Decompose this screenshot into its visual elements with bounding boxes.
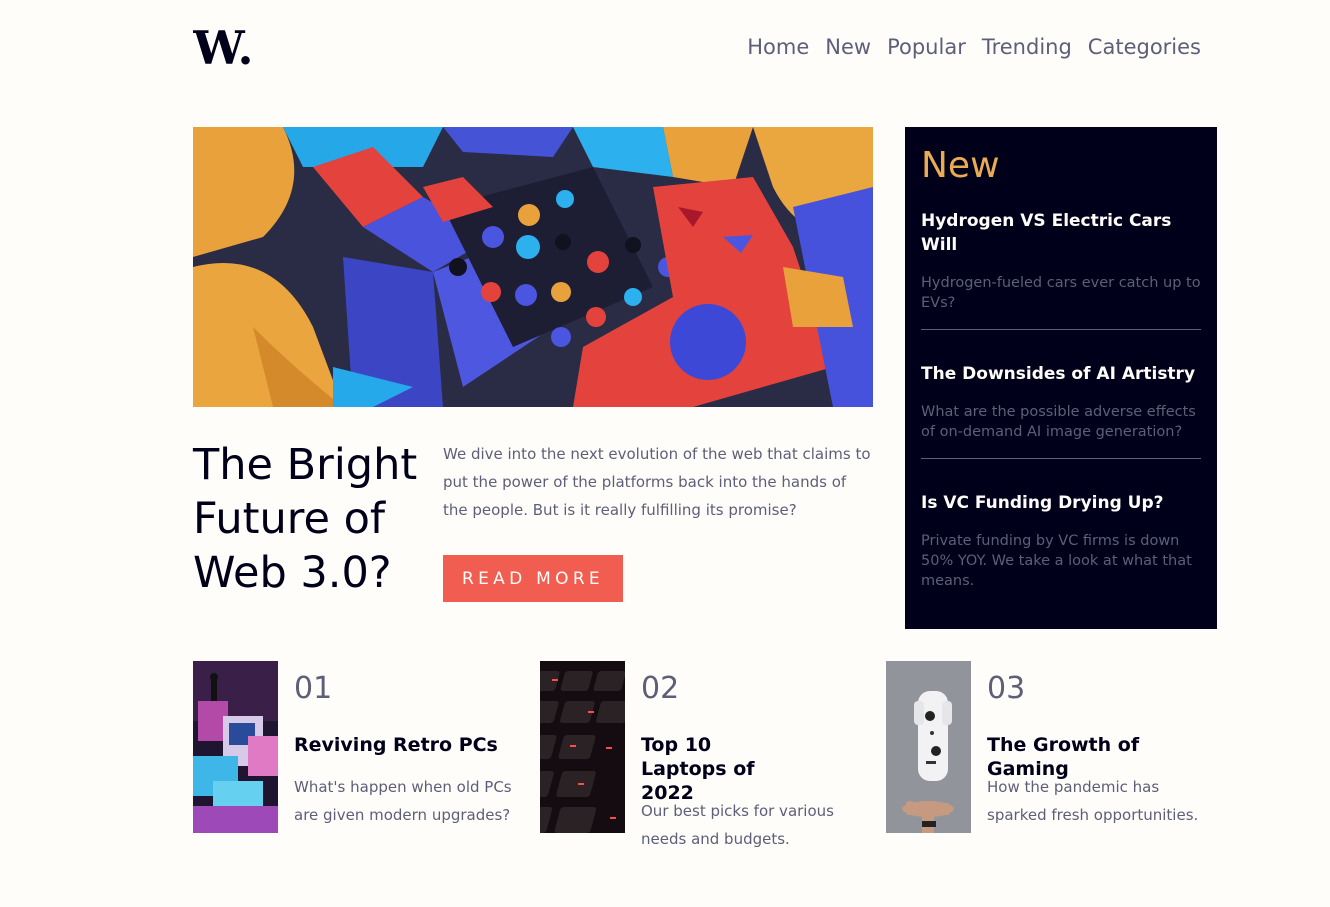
new-item-text: What are the possible adverse effects of… [921,404,1196,440]
nav-new[interactable]: New [825,33,871,61]
nav-categories[interactable]: Categories [1088,33,1201,61]
hero-image [193,127,873,407]
new-item-title[interactable]: Is VC Funding Drying Up? [921,491,1201,515]
new-item: Is VC Funding Drying Up? Private funding… [921,491,1201,607]
hero-title: The Bright Future of Web 3.0? [193,440,418,598]
card-number: 03 [987,671,1026,706]
laptop-keyboard-thumbnail [540,661,625,833]
nav-popular[interactable]: Popular [887,33,966,61]
hero-description: We dive into the next evolution of the w… [443,445,871,519]
card-title[interactable]: Top 10 Laptops of 2022 [641,733,801,805]
new-item: The Downsides of AI Artistry What are th… [921,362,1201,459]
retro-pcs-thumbnail [193,661,278,833]
card-text: How the pandemic has sparked fresh oppor… [987,778,1199,824]
site-header: W. Home New Popular Trending Categories [193,24,1201,70]
new-item-text: Private funding by VC firms is down 50% … [921,533,1192,589]
new-item: Hydrogen VS Electric Cars Will Hydrogen-… [921,209,1201,330]
new-item-text: Hydrogen-fueled cars ever catch up to EV… [921,275,1201,311]
card-text: Our best picks for various needs and bud… [641,802,834,848]
card-number: 02 [641,671,680,706]
new-panel-heading: New [921,145,1000,186]
card-text: What's happen when old PCs are given mod… [294,778,512,824]
article-card: 01 Reviving Retro PCs What's happen when… [193,661,523,861]
nav-home[interactable]: Home [747,33,809,61]
gaming-controller-thumbnail [886,661,971,833]
article-card: 03 The Growth of Gaming How the pandemic… [886,661,1216,861]
main-nav: Home New Popular Trending Categories [747,33,1201,61]
card-number: 01 [294,671,333,706]
logo[interactable]: W. [193,24,259,68]
nav-trending[interactable]: Trending [982,33,1072,61]
new-item-title[interactable]: The Downsides of AI Artistry [921,362,1201,386]
article-card: 02 Top 10 Laptops of 2022 Our best picks… [540,661,870,861]
card-title[interactable]: Reviving Retro PCs [294,733,519,757]
logo-text: W. [193,24,254,68]
read-more-button[interactable]: READ MORE [443,555,623,602]
new-articles-panel: New Hydrogen VS Electric Cars Will Hydro… [905,127,1217,629]
new-item-title[interactable]: Hydrogen VS Electric Cars Will [921,209,1201,257]
